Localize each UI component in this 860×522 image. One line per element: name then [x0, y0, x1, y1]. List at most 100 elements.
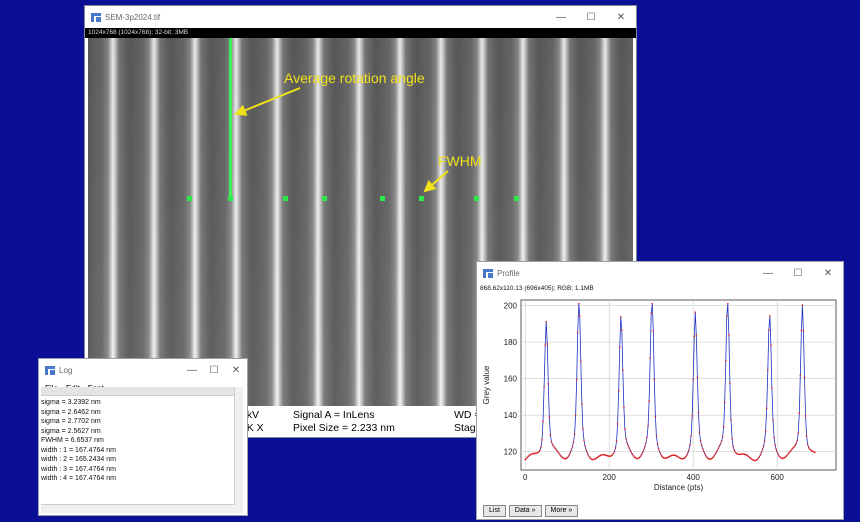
- profile-point: [695, 334, 698, 337]
- profile-point: [697, 412, 700, 414]
- profile-point: [778, 455, 780, 457]
- more-button[interactable]: More »: [544, 505, 579, 517]
- log-horizontal-scrollbar[interactable]: [41, 504, 235, 513]
- profile-point: [538, 451, 540, 453]
- pixel-size-label: Pixel Size = 2.233 nm: [293, 422, 395, 434]
- profile-point: [616, 423, 619, 425]
- image-window[interactable]: SEM-3p2024.tif — ☐ ✕ 1024x768 (1024x768)…: [84, 5, 637, 438]
- profile-point: [647, 425, 649, 427]
- list-button[interactable]: List: [483, 505, 506, 517]
- log-line: sigma = 2.6462 nm: [41, 408, 101, 416]
- x-tick-label: 200: [603, 473, 617, 482]
- profile-point: [796, 440, 798, 442]
- profile-point: [629, 449, 631, 451]
- x-tick-label: 600: [771, 473, 785, 482]
- profile-point: [787, 453, 789, 456]
- profile-point: [799, 374, 801, 377]
- stage-label: Stag: [454, 422, 476, 434]
- profile-point: [774, 444, 776, 446]
- profile-point: [570, 449, 573, 451]
- profile-point: [800, 329, 803, 331]
- profile-point: [731, 437, 733, 440]
- profile-point: [798, 412, 800, 414]
- profile-point: [769, 315, 771, 317]
- profile-point: [717, 447, 720, 450]
- data-button[interactable]: Data »: [508, 505, 542, 517]
- profile-point: [716, 449, 719, 452]
- profile-point: [625, 437, 627, 440]
- close-button[interactable]: ✕: [606, 6, 636, 28]
- profile-point: [586, 451, 588, 454]
- minimize-button[interactable]: —: [546, 6, 576, 28]
- profile-point: [688, 448, 690, 451]
- profile-point: [721, 436, 724, 438]
- profile-point: [720, 440, 723, 442]
- profile-point: [776, 451, 778, 453]
- profile-point: [524, 459, 526, 461]
- profile-point: [541, 439, 543, 441]
- profile-point: [766, 407, 768, 409]
- profile-point: [725, 360, 727, 362]
- log-line: width : 4 = 167.4764 nm: [41, 475, 116, 482]
- profile-point: [773, 436, 775, 439]
- profile-point: [727, 302, 729, 305]
- profile-point: [615, 440, 618, 442]
- profile-point: [718, 445, 721, 447]
- profile-point: [627, 444, 629, 447]
- profile-point: [704, 452, 706, 455]
- maximize-button[interactable]: ☐: [576, 6, 606, 28]
- profile-point: [649, 357, 651, 359]
- profile-point: [767, 369, 769, 371]
- minimize-button[interactable]: —: [753, 262, 783, 284]
- profile-point: [648, 400, 650, 402]
- maximize-button[interactable]: ☐: [783, 262, 813, 284]
- log-line: FWHM = 6.6537 nm: [41, 437, 104, 444]
- profile-point: [656, 443, 659, 446]
- profile-point: [644, 445, 646, 448]
- profile-point: [630, 451, 632, 453]
- profile-point: [650, 312, 652, 314]
- profile-point: [611, 454, 614, 456]
- profile-point: [808, 446, 810, 449]
- profile-point: [567, 455, 569, 458]
- profile-point: [551, 443, 554, 446]
- profile-point: [793, 446, 795, 448]
- profile-point: [775, 448, 777, 450]
- profile-point: [554, 448, 557, 450]
- profile-point: [785, 454, 788, 457]
- profile-point: [795, 443, 797, 445]
- profile-point: [571, 445, 574, 448]
- sem-image-canvas[interactable]: Average rotation angle FWHM: [88, 38, 633, 406]
- profile-point: [542, 420, 544, 423]
- y-tick-label: 140: [504, 411, 518, 420]
- x-tick-label: 0: [523, 473, 528, 482]
- profile-point: [658, 451, 661, 453]
- profile-point: [553, 446, 556, 449]
- profile-point: [559, 453, 561, 456]
- profile-point: [552, 445, 555, 447]
- profile-point: [804, 415, 807, 417]
- annotation-arrows: [234, 87, 449, 193]
- profile-point: [624, 428, 626, 430]
- profile-point: [694, 311, 696, 313]
- profile-point: [728, 334, 730, 336]
- profile-point: [692, 378, 694, 381]
- log-line: sigma = 2.5627 nm: [41, 427, 101, 435]
- profile-point: [657, 448, 660, 450]
- profile-point: [715, 451, 717, 454]
- close-button[interactable]: ✕: [813, 262, 843, 284]
- profile-point: [733, 449, 735, 451]
- profile-point: [691, 415, 693, 417]
- profile-point: [763, 440, 766, 442]
- image-window-titlebar[interactable]: SEM-3p2024.tif — ☐ ✕: [85, 6, 636, 28]
- profile-point: [645, 442, 647, 444]
- profile-point: [789, 451, 791, 453]
- imagej-app-icon: [45, 365, 55, 375]
- profile-point: [642, 451, 644, 453]
- profile-point: [714, 453, 716, 455]
- profile-point: [759, 454, 762, 456]
- profile-point: [572, 441, 575, 443]
- profile-point: [794, 444, 796, 447]
- profile-point: [550, 440, 553, 443]
- profile-point: [730, 419, 732, 421]
